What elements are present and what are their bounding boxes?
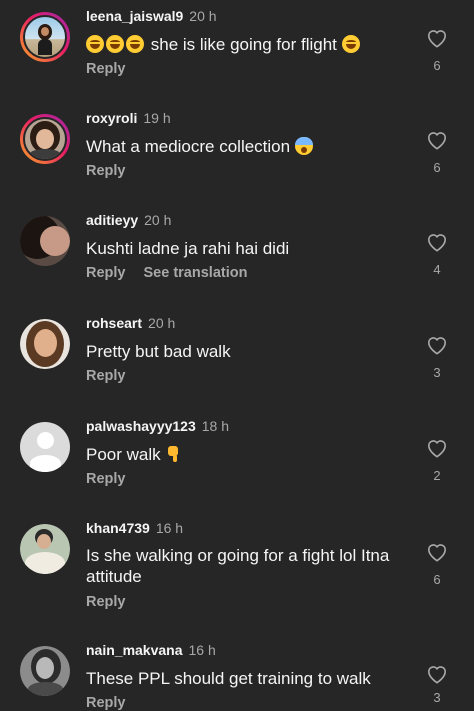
comment-item: aditieyy 20 h Kushti ladne ja rahi hai di… (0, 212, 474, 315)
comment-username[interactable]: leena_jaiswal9 (86, 8, 183, 24)
comment-text: Is she walking or going for a fight lol … (86, 545, 396, 587)
comment-meta: nain_makvana 16 h (86, 642, 216, 658)
like-button[interactable]: 6 (424, 130, 450, 175)
comment-timestamp: 19 h (143, 110, 171, 126)
comment-text: Poor walk (86, 444, 396, 465)
comment-timestamp: 20 h (144, 212, 172, 228)
laughing-emoji-icon (86, 35, 104, 53)
comment-actions: Reply (86, 594, 144, 610)
screaming-face-emoji-icon (294, 137, 313, 155)
see-translation-button[interactable]: See translation (144, 265, 248, 281)
like-button[interactable]: 4 (424, 232, 450, 277)
comment-body: Poor walk (86, 445, 161, 464)
comment-timestamp: 16 h (155, 520, 184, 536)
comment-text: she is like going for flight (86, 34, 396, 55)
heart-icon (428, 544, 446, 562)
like-count: 6 (433, 58, 441, 73)
like-button[interactable]: 2 (424, 438, 450, 483)
comment-actions: Reply (86, 163, 144, 179)
comment-body: Is she walking or going for a fight lol … (86, 546, 390, 586)
avatar[interactable] (20, 319, 70, 369)
comment-username[interactable]: rohseart (86, 315, 142, 331)
avatar[interactable] (20, 216, 70, 266)
comment-text: What a mediocre collection (86, 136, 396, 157)
reply-button[interactable]: Reply (86, 471, 126, 487)
comment-timestamp: 18 h (201, 418, 229, 434)
comment-actions: Reply (86, 695, 144, 711)
comment-meta: leena_jaiswal9 20 h (86, 8, 217, 24)
comment-meta: palwashayyy123 18 h (86, 418, 229, 434)
thumbs-down-emoji-icon (165, 445, 183, 463)
comment-actions: Reply (86, 471, 144, 487)
comment-body: What a mediocre collection (86, 137, 291, 156)
avatar[interactable] (20, 646, 70, 696)
comment-meta: khan4739 16 h (86, 520, 183, 536)
comment-username[interactable]: aditieyy (86, 212, 138, 228)
comment-body: These PPL should get training to walk (86, 669, 371, 688)
comment-username[interactable]: palwashayyy123 (86, 418, 196, 434)
comment-item: nain_makvana 16 h These PPL should get tr… (0, 642, 474, 711)
heart-icon (428, 132, 446, 150)
laughing-emoji-icon (106, 35, 124, 53)
comment-actions: Reply (86, 61, 144, 77)
comment-body: she is like going for flight (150, 35, 337, 54)
avatar[interactable] (20, 114, 70, 164)
like-count: 3 (433, 365, 441, 380)
comment-text: Kushti ladne ja rahi hai didi (86, 238, 396, 259)
comment-item: roxyroli 19 h What a mediocre collection … (0, 110, 474, 213)
comment-meta: aditieyy 20 h (86, 212, 171, 228)
reply-button[interactable]: Reply (86, 163, 126, 179)
comment-timestamp: 20 h (148, 315, 176, 331)
heart-icon (428, 337, 446, 355)
laughing-emoji-icon (126, 35, 144, 53)
heart-icon (428, 234, 446, 252)
heart-icon (428, 30, 446, 48)
like-button[interactable]: 6 (424, 28, 450, 73)
comments-list: leena_jaiswal9 20 h she is like going for… (0, 0, 474, 711)
comment-item: leena_jaiswal9 20 h she is like going for… (0, 8, 474, 111)
avatar[interactable] (20, 12, 70, 62)
comment-meta: roxyroli 19 h (86, 110, 171, 126)
comment-item: rohseart 20 h Pretty but bad walk Reply 3 (0, 315, 474, 418)
comment-text: These PPL should get training to walk (86, 668, 396, 689)
reply-button[interactable]: Reply (86, 61, 126, 77)
comment-body: Kushti ladne ja rahi hai didi (86, 239, 290, 258)
heart-icon (428, 440, 446, 458)
reply-button[interactable]: Reply (86, 368, 126, 384)
comment-actions: Reply (86, 368, 144, 384)
comment-text: Pretty but bad walk (86, 341, 396, 362)
avatar[interactable] (20, 524, 70, 574)
reply-button[interactable]: Reply (86, 594, 126, 610)
reply-button[interactable]: Reply (86, 695, 126, 711)
laughing-emoji-icon (341, 35, 360, 53)
reply-button[interactable]: Reply (86, 265, 126, 281)
like-count: 6 (433, 160, 441, 175)
like-count: 2 (433, 468, 441, 483)
comment-item: palwashayyy123 18 h Poor walk Reply 2 (0, 418, 474, 521)
comment-actions: Reply See translation (86, 265, 265, 281)
avatar[interactable] (20, 422, 70, 472)
like-button[interactable]: 6 (424, 542, 450, 587)
comment-body: Pretty but bad walk (86, 342, 231, 361)
comment-timestamp: 20 h (189, 8, 217, 24)
comment-username[interactable]: khan4739 (86, 520, 150, 536)
like-button[interactable]: 3 (424, 335, 450, 380)
comment-username[interactable]: roxyroli (86, 110, 137, 126)
like-count: 4 (433, 262, 441, 277)
like-count: 3 (433, 690, 441, 705)
like-button[interactable]: 3 (424, 664, 450, 705)
comment-item: khan4739 16 h Is she walking or going for… (0, 520, 474, 642)
heart-icon (428, 666, 446, 684)
like-count: 6 (433, 572, 441, 587)
comment-username[interactable]: nain_makvana (86, 642, 183, 658)
comment-timestamp: 16 h (188, 642, 216, 658)
comment-meta: rohseart 20 h (86, 315, 175, 331)
